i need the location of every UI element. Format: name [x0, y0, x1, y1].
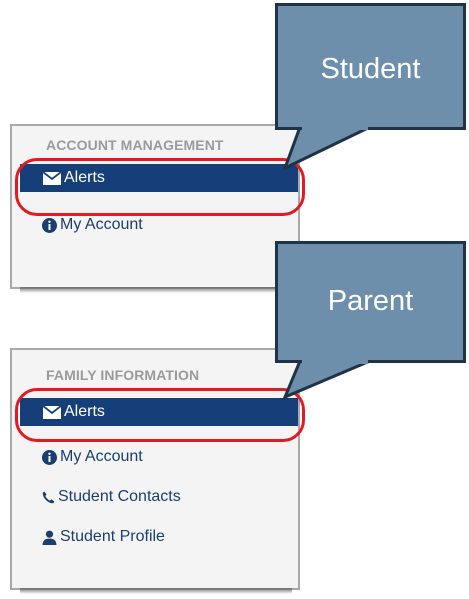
tail-join	[302, 360, 368, 364]
student-callout: Student	[275, 3, 466, 130]
callout-label: Student	[320, 52, 421, 85]
parent-callout: Parent	[275, 241, 466, 363]
tail-join	[302, 126, 368, 130]
callout-label: Parent	[327, 284, 414, 317]
